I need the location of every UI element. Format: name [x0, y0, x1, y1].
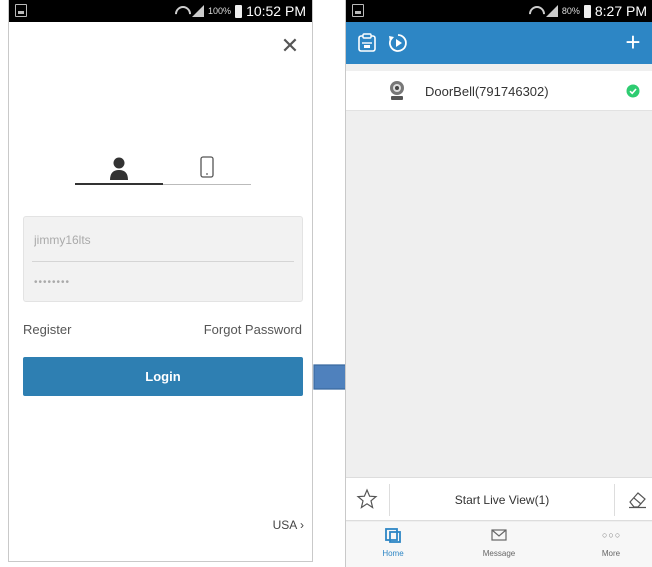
tab-account-login[interactable] [75, 155, 163, 185]
battery-percent: 100% [208, 6, 232, 16]
wifi-icon [528, 4, 542, 18]
tab-active-indicator [75, 183, 163, 185]
signal-icon [545, 5, 558, 17]
forgot-password-link[interactable]: Forgot Password [204, 322, 302, 337]
home-screen: 80% 8:27 PM + DoorBell(791746302) Start … [345, 0, 652, 567]
status-time: 8:27 PM [594, 3, 647, 19]
nav-message-label: Message [482, 549, 516, 558]
battery-percent: 80% [561, 6, 580, 16]
status-time: 10:52 PM [246, 3, 306, 19]
battery-icon [235, 4, 243, 18]
more-icon: ○○○ [602, 530, 622, 540]
check-circle-icon [626, 84, 640, 98]
playback-icon[interactable] [387, 32, 409, 54]
clipboard-icon[interactable] [356, 32, 378, 54]
start-live-view-button[interactable]: Start Live View(1) [390, 493, 614, 507]
login-form [23, 216, 303, 303]
register-link[interactable]: Register [23, 322, 71, 337]
status-bar: 80% 8:27 PM [346, 0, 652, 22]
nav-message[interactable]: Message [464, 526, 534, 558]
wifi-icon [174, 4, 188, 18]
nav-home[interactable]: Home [358, 526, 428, 558]
camera-icon [390, 81, 404, 100]
chevron-right-icon: › [300, 518, 304, 532]
eraser-icon[interactable] [626, 488, 648, 510]
home-icon [385, 528, 401, 543]
tab-phone-login[interactable] [163, 155, 251, 185]
password-input[interactable] [24, 261, 302, 303]
login-method-tabs [75, 155, 251, 187]
person-icon [110, 157, 128, 180]
login-button-label: Login [145, 369, 181, 384]
username-input[interactable] [24, 219, 302, 261]
region-label: USA [272, 518, 297, 532]
nav-home-label: Home [382, 549, 404, 558]
login-button[interactable]: Login [23, 357, 303, 396]
region-selector[interactable]: USA › [273, 518, 304, 532]
message-icon [491, 529, 507, 541]
device-name: DoorBell(791746302) [425, 84, 549, 99]
bottom-nav: Home Message ○○○ More [346, 522, 652, 567]
app-header: + [346, 22, 652, 64]
divider [614, 484, 615, 516]
close-icon[interactable]: ✕ [280, 35, 300, 57]
login-screen: 100% 10:52 PM ✕ Register Forgot Password [8, 0, 313, 562]
device-list-item[interactable]: DoorBell(791746302) [346, 71, 652, 111]
star-icon[interactable] [356, 488, 378, 510]
nav-more-label: More [601, 549, 621, 558]
nav-more[interactable]: ○○○ More [576, 526, 646, 558]
screenshot-icon [352, 4, 364, 17]
status-bar: 100% 10:52 PM [9, 0, 312, 22]
add-icon[interactable]: + [622, 29, 644, 55]
screenshot-icon [15, 4, 27, 17]
battery-icon [583, 4, 591, 18]
signal-icon [192, 5, 205, 17]
action-bar: Start Live View(1) [346, 477, 652, 521]
phone-icon [200, 156, 214, 178]
